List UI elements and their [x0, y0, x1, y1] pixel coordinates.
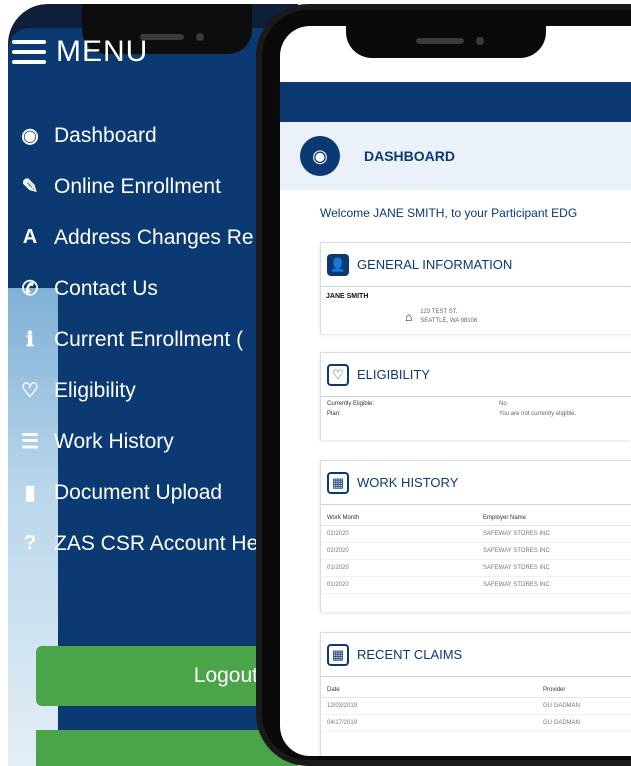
menu-item-current-enrollment[interactable]: ℹ Current Enrollment ( — [8, 314, 298, 365]
table-header: Work Month Employer Name — [321, 505, 631, 526]
table-icon: ▦ — [327, 471, 349, 494]
menu-item-contact-us[interactable]: ✆ Contact Us — [8, 263, 298, 314]
phone-icon: ✆ — [21, 278, 39, 300]
user-icon: 👤 — [327, 253, 349, 276]
table-row[interactable]: 02/2020 SAFEWAY STORES INC — [321, 526, 631, 543]
speaker — [416, 38, 464, 44]
page-title: DASHBOARD — [364, 148, 455, 164]
table-row[interactable]: 12/03/2019 GU GADMAN — [321, 698, 631, 715]
dashboard-header: ◉ DASHBOARD — [280, 122, 631, 190]
menu-list: ◉ Dashboard ✎ Online Enrollment A Addres… — [8, 110, 298, 569]
eligibility-row: Currently Eligible: No — [327, 401, 507, 407]
work-history-card: ▦ WORK HISTORY Work Month Employer Name … — [320, 460, 631, 612]
menu-item-document-upload[interactable]: ▮ Document Upload — [8, 467, 298, 518]
dashboard-icon: ◉ — [300, 136, 340, 176]
camera — [476, 37, 484, 45]
table-icon: ▦ — [327, 643, 349, 666]
card-header: ▦ WORK HISTORY — [321, 461, 631, 505]
menu-item-label: Eligibility — [54, 378, 136, 402]
dashboard-icon: ◉ — [21, 125, 39, 147]
menu-item-label: Contact Us — [54, 276, 158, 300]
table-row[interactable]: 04/17/2019 GU GADMAN — [321, 715, 631, 732]
camera — [196, 33, 204, 41]
menu-item-eligibility[interactable]: ♡ Eligibility — [8, 365, 298, 416]
menu-phone: MENU ◉ Dashboard ✎ Online Enrollment A A… — [0, 0, 300, 766]
table-row[interactable]: 02/2020 SAFEWAY STORES INC — [321, 543, 631, 560]
card-title: ELIGIBILITY — [357, 367, 430, 382]
home-icon: ⌂ — [405, 310, 413, 324]
address-line2: SEATTLE, WA 98106 — [420, 318, 478, 324]
table-row[interactable]: 01/2020 SAFEWAY STORES INC — [321, 560, 631, 577]
card-header: ▦ RECENT CLAIMS — [321, 633, 631, 677]
pencil-icon: ✎ — [21, 176, 39, 198]
card-title: GENERAL INFORMATION — [357, 257, 513, 272]
info-icon: ℹ — [26, 329, 34, 351]
menu-item-label: Document Upload — [54, 480, 223, 504]
table-row[interactable]: 01/2020 SAFEWAY STORES INC — [321, 577, 631, 594]
menu-item-zas-csr-account-help[interactable]: ? ZAS CSR Account He — [8, 518, 298, 569]
recent-claims-card: ▦ RECENT CLAIMS Date Provider 12/03/2019… — [320, 632, 631, 756]
hamburger-icon[interactable] — [12, 40, 46, 64]
menu-title: MENU — [56, 35, 149, 68]
file-icon: ▮ — [24, 482, 36, 504]
card-header: 👤 GENERAL INFORMATION — [321, 243, 631, 287]
menu-item-label: Online Enrollment — [54, 174, 221, 198]
menu-item-label: Work History — [54, 429, 174, 453]
menu-header: MENU — [12, 32, 148, 72]
menu-item-label: Address Changes Re — [54, 225, 254, 249]
menu-item-dashboard[interactable]: ◉ Dashboard — [8, 110, 298, 161]
menu-item-address-changes[interactable]: A Address Changes Re — [8, 212, 298, 263]
top-navbar — [280, 82, 631, 122]
menu-item-online-enrollment[interactable]: ✎ Online Enrollment — [8, 161, 298, 212]
address-lines: 123 TEST ST. SEATTLE, WA 98106 — [420, 308, 477, 326]
general-info-card: 👤 GENERAL INFORMATION JANE SMITH ⌂ 123 T… — [320, 242, 631, 334]
address-block: ⌂ 123 TEST ST. SEATTLE, WA 98106 — [321, 300, 631, 326]
card-title: RECENT CLAIMS — [357, 647, 463, 662]
participant-name: JANE SMITH — [326, 293, 369, 300]
card-header: ♡ ELIGIBILITY — [321, 353, 631, 397]
address-line1: 123 TEST ST. — [420, 309, 458, 315]
table-header: Date Provider — [321, 677, 631, 698]
road-icon: A — [22, 226, 38, 248]
heart-icon: ♡ — [327, 363, 349, 386]
eligibility-row: Plan: You are not currently eligible. — [327, 411, 577, 417]
dashboard-phone: ◉ DASHBOARD Welcome JANE SMITH, to your … — [256, 4, 631, 766]
menu-item-label: Current Enrollment ( — [54, 327, 244, 351]
menu-item-work-history[interactable]: ☰ Work History — [8, 416, 298, 467]
menu-item-label: Dashboard — [54, 123, 157, 147]
logout-label: Logout — [193, 664, 258, 687]
table-icon: ☰ — [21, 431, 39, 453]
welcome-message: Welcome JANE SMITH, to your Participant … — [320, 206, 578, 220]
eligibility-card: ♡ ELIGIBILITY Currently Eligible: No Pla… — [320, 352, 631, 440]
card-title: WORK HISTORY — [357, 475, 459, 490]
dashboard-phone-notch — [346, 10, 546, 58]
heart-icon: ♡ — [21, 380, 39, 402]
question-icon: ? — [23, 532, 37, 554]
dashboard-screen: ◉ DASHBOARD Welcome JANE SMITH, to your … — [280, 26, 631, 756]
menu-item-label: ZAS CSR Account He — [54, 531, 259, 555]
